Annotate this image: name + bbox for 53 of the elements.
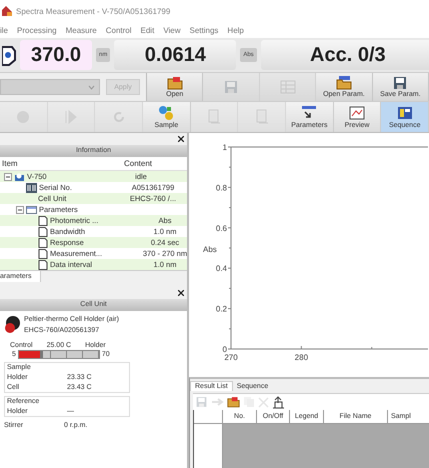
serial-icon bbox=[26, 182, 37, 192]
menu-item[interactable]: Control bbox=[106, 26, 132, 34]
toolbar-icon-button[interactable] bbox=[272, 396, 285, 408]
parameters-icon bbox=[301, 105, 318, 121]
menu-item[interactable]: Measure bbox=[66, 26, 97, 34]
menu-item[interactable]: Edit bbox=[140, 26, 154, 34]
export-icon bbox=[272, 396, 285, 408]
tick-label: 1 bbox=[222, 143, 227, 152]
refresh-icon bbox=[112, 110, 126, 124]
toolbar-icon-button[interactable] bbox=[227, 396, 240, 408]
menu-item[interactable]: Settings bbox=[190, 26, 218, 34]
folder-icon bbox=[227, 396, 240, 408]
tick-label: 280 bbox=[294, 353, 308, 362]
sequence-icon bbox=[396, 105, 413, 121]
axis-title: Abs bbox=[203, 245, 217, 254]
tick-label: 0.2 bbox=[216, 304, 227, 314]
arrow-icon bbox=[211, 396, 224, 408]
device-icon bbox=[14, 172, 25, 182]
close-icon[interactable] bbox=[178, 290, 184, 296]
shield-icon bbox=[2, 44, 16, 66]
holder-icon bbox=[4, 314, 20, 336]
tick-label: 0.8 bbox=[216, 183, 227, 192]
folder-icon bbox=[336, 76, 352, 90]
document-icon bbox=[207, 109, 222, 125]
collapse-icon[interactable] bbox=[16, 206, 24, 214]
menu-item[interactable]: Help bbox=[227, 26, 244, 34]
column-header: Content bbox=[122, 159, 154, 168]
caret-icon bbox=[88, 84, 95, 90]
menu-item[interactable]: View bbox=[163, 26, 181, 34]
close-icon bbox=[258, 396, 269, 408]
app-icon bbox=[1, 5, 13, 17]
folder-icon bbox=[166, 76, 183, 90]
tick-label: 0 bbox=[222, 345, 227, 354]
preview-icon bbox=[349, 105, 366, 121]
sample-icon bbox=[158, 105, 174, 121]
window-title: Spectra Measurement - V-750/A051361799 bbox=[16, 6, 170, 16]
absorbance-display: 0.0614 bbox=[114, 40, 236, 70]
document-icon bbox=[254, 109, 269, 125]
close-icon[interactable] bbox=[178, 136, 184, 142]
play-icon bbox=[65, 110, 77, 124]
list-icon bbox=[26, 204, 37, 214]
column-header: Item bbox=[1, 159, 19, 168]
tick-label: 0.6 bbox=[216, 224, 227, 233]
collapse-icon[interactable] bbox=[4, 172, 12, 180]
wavelength-display: 370.0 bbox=[20, 40, 92, 70]
circle-icon bbox=[15, 109, 32, 125]
menu-item[interactable]: Processing bbox=[17, 26, 57, 34]
tick-label: 0.4 bbox=[216, 264, 227, 274]
grid-icon bbox=[280, 80, 296, 94]
tick-label: 270 bbox=[224, 353, 238, 362]
temperature-slider[interactable] bbox=[18, 350, 100, 359]
menu-item[interactable]: ile bbox=[0, 26, 8, 34]
accumulation-display: Acc. 0/3 bbox=[260, 40, 429, 70]
